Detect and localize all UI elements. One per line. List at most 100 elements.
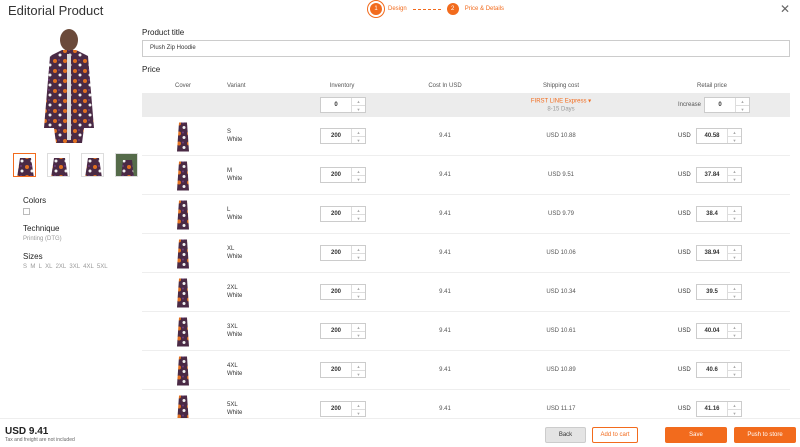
inventory-value[interactable]: 200 (321, 402, 351, 416)
retail-price-stepper[interactable]: 39.5 ▲ ▼ (696, 284, 742, 300)
chevron-up-icon[interactable]: ▲ (728, 168, 741, 176)
chevron-down-icon[interactable]: ▼ (728, 215, 741, 222)
inventory-value[interactable]: 200 (321, 324, 351, 338)
shipping-method-label[interactable]: FIRST LINE Express ▾ (531, 98, 591, 105)
retail-price-value[interactable]: 38.94 (697, 246, 727, 260)
bulk-inventory-stepper[interactable]: 0 ▲ ▼ (320, 97, 366, 113)
header-cost: Cost In USD (428, 82, 462, 89)
chevron-up-icon[interactable]: ▲ (352, 246, 365, 254)
chevron-down-icon[interactable]: ▼ (352, 215, 365, 222)
inventory-value[interactable]: 200 (321, 207, 351, 221)
retail-price-stepper[interactable]: 40.58 ▲ ▼ (696, 128, 742, 144)
chevron-down-icon[interactable]: ▼ (352, 410, 365, 417)
step-1-label[interactable]: Design (388, 6, 407, 12)
chevron-up-icon[interactable]: ▲ (352, 129, 365, 137)
chevron-down-icon[interactable]: ▼ (352, 332, 365, 339)
inventory-value[interactable]: 200 (321, 246, 351, 260)
shipping-method-select[interactable]: FIRST LINE Express ▾ 8-15 Days (531, 98, 591, 113)
chevron-up-icon[interactable]: ▲ (352, 402, 365, 410)
retail-price-stepper[interactable]: 40.04 ▲ ▼ (696, 323, 742, 339)
save-button[interactable]: Save (665, 427, 727, 443)
retail-price-value[interactable]: 39.5 (697, 285, 727, 299)
variant-color: White (227, 410, 243, 416)
retail-price-value[interactable]: 37.84 (697, 168, 727, 182)
chevron-up-icon[interactable]: ▲ (352, 324, 365, 332)
chevron-up-icon[interactable]: ▲ (728, 324, 741, 332)
inventory-stepper[interactable]: 200 ▲ ▼ (320, 245, 366, 261)
inventory-stepper[interactable]: 200 ▲ ▼ (320, 362, 366, 378)
chevron-down-icon[interactable]: ▼ (728, 293, 741, 300)
chevron-down-icon[interactable]: ▼ (352, 106, 365, 113)
inventory-value[interactable]: 200 (321, 363, 351, 377)
retail-price-value[interactable]: 38.4 (697, 207, 727, 221)
retail-price-value[interactable]: 40.04 (697, 324, 727, 338)
chevron-up-icon[interactable]: ▲ (728, 207, 741, 215)
inventory-stepper[interactable]: 200 ▲ ▼ (320, 323, 366, 339)
chevron-up-icon[interactable]: ▲ (728, 363, 741, 371)
close-icon[interactable]: ✕ (780, 2, 790, 16)
retail-price-stepper[interactable]: 38.4 ▲ ▼ (696, 206, 742, 222)
chevron-down-icon[interactable]: ▼ (352, 293, 365, 300)
retail-currency: USD (678, 211, 691, 217)
step-2-label[interactable]: Price & Details (465, 6, 504, 12)
inventory-stepper[interactable]: 200 ▲ ▼ (320, 167, 366, 183)
chevron-down-icon[interactable]: ▼ (728, 137, 741, 144)
chevron-down-icon[interactable]: ▼ (728, 254, 741, 261)
retail-price-stepper[interactable]: 37.84 ▲ ▼ (696, 167, 742, 183)
chevron-down-icon[interactable]: ▼ (728, 371, 741, 378)
chevron-up-icon[interactable]: ▲ (352, 285, 365, 293)
step-connector (412, 8, 441, 10)
increase-stepper[interactable]: 0 ▲ ▼ (704, 97, 750, 113)
thumbnail-3[interactable] (81, 153, 104, 177)
variant-cover-image (177, 161, 189, 191)
chevron-up-icon[interactable]: ▲ (352, 207, 365, 215)
variant-color: White (227, 293, 243, 299)
chevron-up-icon[interactable]: ▲ (728, 285, 741, 293)
chevron-up-icon[interactable]: ▲ (728, 246, 741, 254)
shipping-value: USD 10.34 (546, 289, 576, 295)
inventory-stepper[interactable]: 200 ▲ ▼ (320, 284, 366, 300)
retail-price-stepper[interactable]: 41.16 ▲ ▼ (696, 401, 742, 417)
retail-price-stepper[interactable]: 38.94 ▲ ▼ (696, 245, 742, 261)
increase-value[interactable]: 0 (705, 98, 735, 112)
inventory-stepper[interactable]: 200 ▲ ▼ (320, 401, 366, 417)
cost-value: 9.41 (439, 172, 451, 178)
thumbnail-2[interactable] (47, 153, 70, 177)
add-to-cart-button[interactable]: Add to cart (592, 427, 638, 443)
retail-price-stepper[interactable]: 40.6 ▲ ▼ (696, 362, 742, 378)
thumbnail-1[interactable] (13, 153, 36, 177)
back-button[interactable]: Back (545, 427, 586, 443)
header-retail: Retail price (696, 82, 728, 89)
chevron-down-icon[interactable]: ▼ (352, 137, 365, 144)
chevron-down-icon[interactable]: ▼ (728, 176, 741, 183)
retail-price-value[interactable]: 40.58 (697, 129, 727, 143)
chevron-down-icon[interactable]: ▼ (352, 176, 365, 183)
chevron-down-icon[interactable]: ▼ (352, 254, 365, 261)
chevron-up-icon[interactable]: ▲ (352, 168, 365, 176)
inventory-stepper[interactable]: 200 ▲ ▼ (320, 128, 366, 144)
retail-price-value[interactable]: 41.16 (697, 402, 727, 416)
retail-currency: USD (678, 172, 691, 178)
inventory-stepper[interactable]: 200 ▲ ▼ (320, 206, 366, 222)
chevron-down-icon[interactable]: ▼ (352, 371, 365, 378)
chevron-down-icon[interactable]: ▼ (728, 332, 741, 339)
inventory-value[interactable]: 200 (321, 129, 351, 143)
inventory-value[interactable]: 200 (321, 285, 351, 299)
thumbnail-4[interactable] (115, 153, 138, 177)
inventory-value[interactable]: 200 (321, 168, 351, 182)
chevron-up-icon[interactable]: ▲ (352, 363, 365, 371)
chevron-down-icon[interactable]: ▼ (736, 106, 749, 113)
bulk-inventory-value[interactable]: 0 (321, 98, 351, 112)
retail-price-value[interactable]: 40.6 (697, 363, 727, 377)
bulk-edit-row: 0 ▲ ▼ FIRST LINE Express ▾ 8-15 Days Incr… (142, 93, 790, 117)
variant-color: White (227, 371, 243, 377)
chevron-up-icon[interactable]: ▲ (728, 402, 741, 410)
chevron-up-icon[interactable]: ▲ (352, 98, 365, 106)
variant-cover-image (177, 122, 189, 152)
chevron-up-icon[interactable]: ▲ (728, 129, 741, 137)
chevron-up-icon[interactable]: ▲ (736, 98, 749, 106)
chevron-down-icon[interactable]: ▼ (728, 410, 741, 417)
push-to-store-button[interactable]: Push to store (734, 427, 796, 443)
product-title-input[interactable]: Plush Zip Hoodie (142, 40, 790, 57)
color-swatch-checkbox[interactable] (23, 208, 30, 215)
